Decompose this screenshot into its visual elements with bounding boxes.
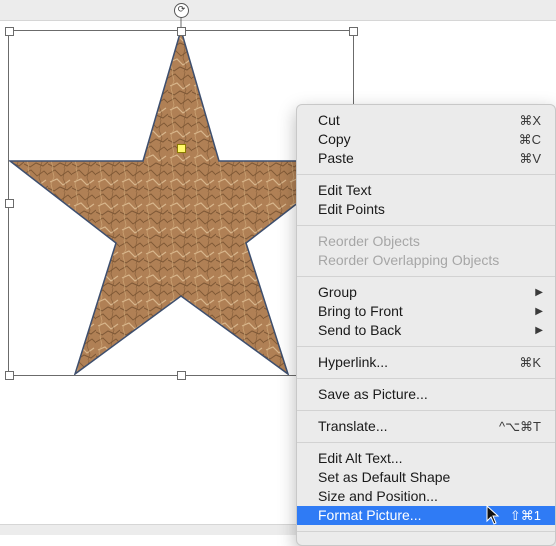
menu-item-label: Edit Points <box>318 201 385 217</box>
menu-shortcut: ⌘C <box>518 132 541 147</box>
submenu-arrow-icon: ▶ <box>535 306 543 317</box>
resize-handle-bottom-left[interactable] <box>5 371 14 380</box>
menu-item-translate[interactable]: Translate... ^⌥⌘T <box>297 417 555 436</box>
menu-item-set-default-shape[interactable]: Set as Default Shape <box>297 468 555 487</box>
menu-item-label: Send to Back <box>318 322 402 338</box>
submenu-arrow-icon: ▶ <box>535 325 543 336</box>
resize-handle-top-right[interactable] <box>349 27 358 36</box>
menu-shortcut: ⌘X <box>519 113 541 128</box>
pointer-cursor-icon <box>486 505 500 525</box>
menu-shortcut: ⌘K <box>519 355 541 370</box>
menu-item-size-and-position[interactable]: Size and Position... <box>297 487 555 506</box>
menu-item-paste[interactable]: Paste ⌘V <box>297 149 555 168</box>
submenu-arrow-icon: ▶ <box>535 287 543 298</box>
menu-shortcut: ⇧⌘1 <box>509 508 541 523</box>
menu-separator <box>297 276 555 277</box>
menu-separator <box>297 531 555 532</box>
menu-item-copy[interactable]: Copy ⌘C <box>297 130 555 149</box>
menu-separator <box>297 410 555 411</box>
menu-item-label: Group <box>318 284 357 300</box>
menu-item-send-to-back[interactable]: Send to Back ▶ <box>297 321 555 340</box>
menu-item-label: Save as Picture... <box>318 386 428 402</box>
menu-item-label: Format Picture... <box>318 507 422 523</box>
menu-item-reorder-objects: Reorder Objects <box>297 232 555 251</box>
menu-item-label: Reorder Objects <box>318 233 420 249</box>
menu-separator <box>297 378 555 379</box>
menu-item-edit-points[interactable]: Edit Points <box>297 200 555 219</box>
menu-item-bring-to-front[interactable]: Bring to Front ▶ <box>297 302 555 321</box>
menu-item-label: Reorder Overlapping Objects <box>318 252 500 268</box>
rotate-icon[interactable]: ⟳ <box>174 3 189 18</box>
menu-item-label: Cut <box>318 112 340 128</box>
resize-handle-top-left[interactable] <box>5 27 14 36</box>
menu-item-label: Edit Alt Text... <box>318 450 403 466</box>
adjust-handle[interactable] <box>177 144 186 153</box>
resize-handle-top[interactable] <box>177 27 186 36</box>
menu-item-cut[interactable]: Cut ⌘X <box>297 111 555 130</box>
context-menu: Cut ⌘X Copy ⌘C Paste ⌘V Edit Text Edit P… <box>296 104 556 546</box>
menu-item-group[interactable]: Group ▶ <box>297 283 555 302</box>
menu-separator <box>297 442 555 443</box>
menu-separator <box>297 225 555 226</box>
menu-item-label: Bring to Front <box>318 303 403 319</box>
menu-separator <box>297 346 555 347</box>
menu-item-format-picture[interactable]: Format Picture... ⇧⌘1 <box>297 506 555 525</box>
menu-separator <box>297 174 555 175</box>
resize-handle-left[interactable] <box>5 199 14 208</box>
menu-item-label: Size and Position... <box>318 488 438 504</box>
resize-handle-bottom[interactable] <box>177 371 186 380</box>
menu-item-label: Edit Text <box>318 182 372 198</box>
menu-item-label: Set as Default Shape <box>318 469 451 485</box>
menu-item-reorder-overlapping: Reorder Overlapping Objects <box>297 251 555 270</box>
menu-item-label: Hyperlink... <box>318 354 389 370</box>
menu-item-edit-alt-text[interactable]: Edit Alt Text... <box>297 449 555 468</box>
menu-shortcut: ⌘V <box>519 151 541 166</box>
menu-item-save-as-picture[interactable]: Save as Picture... <box>297 385 555 404</box>
menu-item-hyperlink[interactable]: Hyperlink... ⌘K <box>297 353 555 372</box>
menu-item-label: Copy <box>318 131 351 147</box>
menu-item-edit-text[interactable]: Edit Text <box>297 181 555 200</box>
menu-item-label: Translate... <box>318 418 388 434</box>
menu-shortcut: ^⌥⌘T <box>498 419 541 434</box>
menu-item-label: Paste <box>318 150 354 166</box>
